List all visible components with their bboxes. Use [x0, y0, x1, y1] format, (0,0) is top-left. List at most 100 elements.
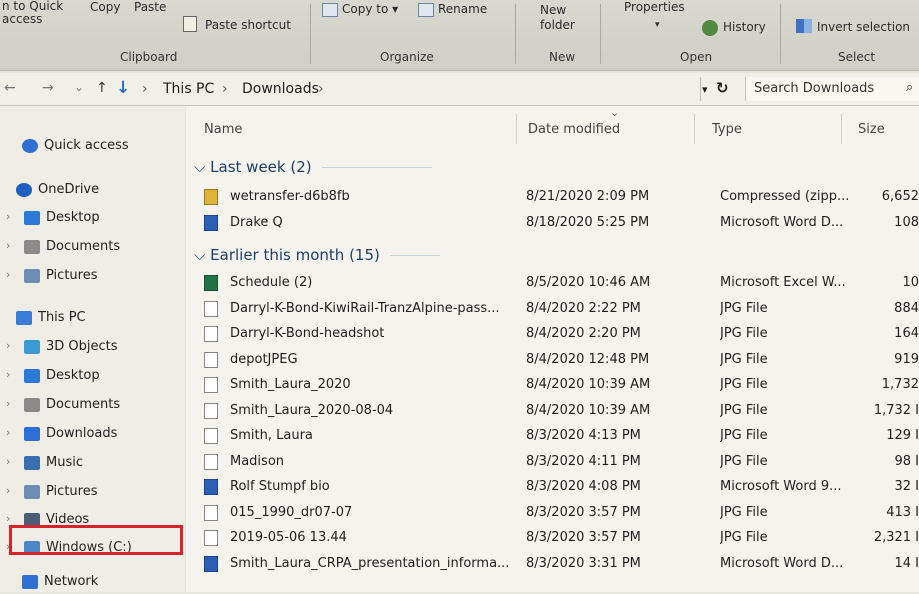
- file-date-modified: 8/3/2020 3:31 PM: [526, 555, 641, 571]
- file-row[interactable]: Drake Q 8/18/2020 5:25 PM Microsoft Word D…: [200, 212, 919, 234]
- expand-chevron-icon[interactable]: ›: [6, 512, 10, 525]
- file-row[interactable]: Smith_Laura_2020 8/4/2020 10:39 AM JPG Fil…: [200, 374, 919, 396]
- paste-shortcut-button[interactable]: Paste shortcut: [205, 18, 291, 32]
- nav-item[interactable]: › Documents: [0, 237, 185, 259]
- ribbon-separator: [515, 4, 516, 64]
- file-row[interactable]: wetransfer-d6b8fb 8/21/2020 2:09 PM Compre…: [200, 186, 919, 208]
- rename-icon: [418, 3, 434, 17]
- file-name: Smith_Laura_2020: [230, 377, 351, 392]
- excel-file-icon: [204, 275, 218, 291]
- column-header-type[interactable]: Type: [712, 122, 742, 137]
- jpg-file-icon: [204, 300, 218, 317]
- recent-locations-button[interactable]: ⌄: [74, 80, 84, 94]
- download-arrow-icon: [24, 427, 40, 441]
- up-button[interactable]: ↑: [96, 80, 108, 96]
- group-collapse-chevron-icon[interactable]: ⌵: [194, 158, 205, 176]
- breadcrumb-chevron-icon[interactable]: ›: [142, 81, 148, 97]
- column-header-size[interactable]: Size: [858, 122, 885, 137]
- file-size: 32 I: [894, 479, 919, 494]
- file-date-modified: 8/4/2020 2:22 PM: [526, 300, 641, 316]
- file-row[interactable]: Darryl-K-Bond-headshot 8/4/2020 2:20 PM JP…: [200, 323, 919, 345]
- expand-chevron-icon[interactable]: ›: [6, 484, 10, 497]
- nav-item-label: Network: [44, 574, 99, 589]
- open-group-label: Open: [680, 50, 713, 64]
- file-row[interactable]: depotJPEG 8/4/2020 12:48 PM JPG File 919: [200, 349, 919, 371]
- jpg-file-icon: [204, 326, 218, 342]
- file-date-modified: 8/18/2020 5:25 PM: [526, 214, 650, 230]
- file-row[interactable]: Darryl-K-Bond-KiwiRail-TranzAlpine-pass.…: [200, 298, 919, 320]
- nav-item-label: Quick access: [44, 138, 129, 153]
- ribbon-separator: [780, 4, 781, 64]
- file-row[interactable]: 2019-05-06 13.44 8/3/2020 3:57 PM JPG File…: [200, 527, 919, 549]
- search-input[interactable]: Search Downloads ⌕: [745, 77, 919, 101]
- expand-chevron-icon[interactable]: ›: [6, 268, 10, 281]
- breadcrumb-this-pc[interactable]: This PC: [163, 81, 214, 97]
- group-collapse-chevron-icon[interactable]: ⌵: [194, 246, 205, 264]
- nav-item[interactable]: OneDrive: [0, 180, 185, 202]
- file-row[interactable]: Rolf Stumpf bio 8/3/2020 4:08 PM Microsoft…: [200, 476, 919, 498]
- music-icon: [24, 456, 40, 470]
- invert-selection-button[interactable]: Invert selection: [817, 20, 910, 34]
- copy-button[interactable]: Copy: [90, 0, 120, 14]
- expand-chevron-icon[interactable]: ›: [6, 455, 10, 468]
- copy-to-button[interactable]: Copy to ▾: [342, 2, 398, 16]
- file-row[interactable]: Smith_Laura_2020-08-04 8/4/2020 10:39 AM J…: [200, 400, 919, 422]
- file-row[interactable]: 015_1990_dr07-07 8/3/2020 3:57 PM JPG File…: [200, 502, 919, 524]
- new-folder-button[interactable]: New folder: [540, 3, 575, 33]
- zip-file-icon: [204, 189, 218, 205]
- nav-item[interactable]: › Documents: [0, 395, 185, 417]
- file-size: 14 I: [894, 555, 919, 571]
- nav-item[interactable]: › Desktop: [0, 208, 185, 230]
- file-name: Smith, Laura: [230, 428, 313, 443]
- expand-chevron-icon[interactable]: ›: [6, 210, 10, 223]
- expand-chevron-icon[interactable]: ›: [6, 397, 10, 410]
- expand-chevron-icon[interactable]: ›: [6, 368, 10, 381]
- group-header[interactable]: ⌵ Last week (2): [194, 158, 432, 176]
- file-row[interactable]: Smith, Laura 8/3/2020 4:13 PM JPG File 129 …: [200, 425, 919, 447]
- sort-indicator-icon: ⌄: [610, 106, 620, 119]
- breadcrumb-chevron-icon[interactable]: ›: [222, 81, 228, 97]
- file-name: depotJPEG: [230, 351, 298, 367]
- refresh-icon[interactable]: ↻: [716, 79, 729, 97]
- organize-group-label: Organize: [380, 50, 434, 64]
- file-row[interactable]: Smith_Laura_CRPA_presentation_informa...…: [200, 553, 919, 575]
- address-bar-row: ← → ⌄ ↑ ↓ › This PC › Downloads › ▾ ↻ Se…: [0, 73, 919, 106]
- nav-item[interactable]: › Music: [0, 453, 185, 475]
- nav-item[interactable]: Quick access: [0, 136, 185, 158]
- nav-item[interactable]: › 3D Objects: [0, 337, 185, 359]
- back-button[interactable]: ←: [4, 80, 16, 96]
- properties-button[interactable]: Properties: [624, 0, 685, 14]
- expand-chevron-icon[interactable]: ›: [6, 239, 10, 252]
- paste-button[interactable]: Paste: [134, 0, 166, 14]
- word-file-icon: [204, 479, 218, 495]
- file-date-modified: 8/3/2020 3:57 PM: [526, 530, 641, 545]
- column-header-date-modified[interactable]: Date modified: [528, 122, 620, 137]
- jpg-file-icon: [204, 402, 218, 419]
- pin-to-quick-access-button[interactable]: n to Quick access: [2, 0, 63, 26]
- address-dropdown-icon[interactable]: ▾: [702, 83, 708, 96]
- file-row[interactable]: Madison 8/3/2020 4:11 PM JPG File 98 I: [200, 451, 919, 473]
- invert-selection-icon: [796, 19, 812, 33]
- file-name: Smith_Laura_CRPA_presentation_informa...: [230, 555, 510, 571]
- file-size: 164: [894, 326, 919, 341]
- forward-button[interactable]: →: [42, 80, 54, 96]
- properties-dropdown-icon[interactable]: ▾: [655, 20, 660, 30]
- nav-item-label: Desktop: [46, 210, 100, 225]
- file-row[interactable]: Schedule (2) 8/5/2020 10:46 AM Microsoft E…: [200, 272, 919, 294]
- nav-item[interactable]: › Pictures: [0, 266, 185, 288]
- file-size: 919: [894, 351, 919, 367]
- column-header-name[interactable]: Name: [204, 122, 242, 137]
- nav-item[interactable]: › Downloads: [0, 424, 185, 446]
- expand-chevron-icon[interactable]: ›: [6, 339, 10, 352]
- breadcrumb-chevron-icon[interactable]: ›: [318, 81, 324, 97]
- file-size: 1,732: [881, 377, 919, 392]
- history-button[interactable]: History: [723, 20, 766, 34]
- expand-chevron-icon[interactable]: ›: [6, 426, 10, 439]
- nav-item[interactable]: Network: [0, 572, 185, 594]
- group-header[interactable]: ⌵ Earlier this month (15): [194, 246, 440, 264]
- nav-item[interactable]: › Pictures: [0, 482, 185, 504]
- nav-item[interactable]: › Desktop: [0, 366, 185, 388]
- nav-item[interactable]: This PC: [0, 308, 185, 330]
- breadcrumb-downloads[interactable]: Downloads: [242, 81, 319, 97]
- rename-button[interactable]: Rename: [438, 2, 487, 16]
